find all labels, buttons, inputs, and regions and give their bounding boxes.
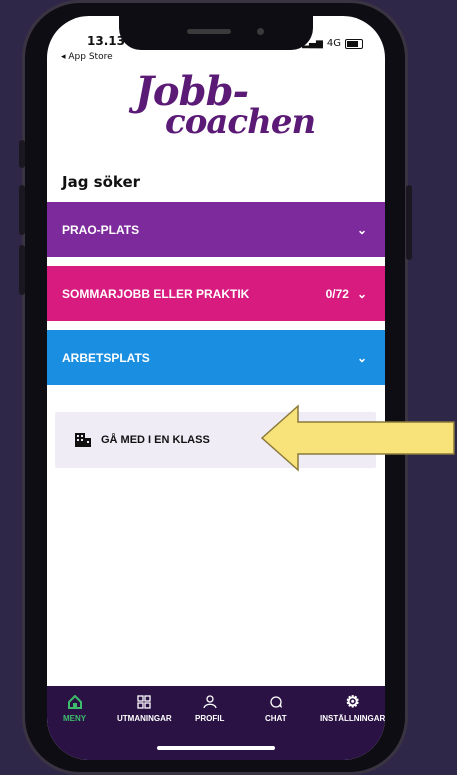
home-indicator (157, 746, 275, 750)
phone-side-button (19, 140, 25, 168)
accordion-label: ARBETSPLATS (62, 350, 150, 365)
section-title: Jag söker (62, 173, 141, 191)
tab-utmaningar[interactable]: UTMANINGAR (117, 694, 172, 723)
accordion-count: 0/72 (325, 286, 349, 301)
network-label: 4G (326, 38, 341, 49)
phone-side-button (406, 185, 412, 260)
back-to-app-store-link[interactable]: ◂ App Store (61, 52, 113, 62)
tab-profil[interactable]: PROFIL (195, 694, 224, 723)
tab-installningar[interactable]: ⚙ INSTÄLLNINGAR (320, 694, 385, 723)
accordion-label: PRAO-PLATS (62, 222, 140, 237)
chat-icon (269, 694, 283, 710)
accordion-prao-plats[interactable]: PRAO-PLATS ⌄ (47, 202, 385, 257)
phone-screen: 13.13 ◂ App Store ▂▄▆ 4G Jobb- coachen J… (47, 16, 385, 760)
status-indicators: ▂▄▆ 4G (302, 38, 363, 49)
bottom-tab-bar: MENY UTMANINGAR PROFIL CHAT ⚙ INSTÄLLNIN… (47, 686, 385, 760)
tab-label: PROFIL (195, 714, 225, 723)
notch (119, 16, 313, 50)
accordion-sommarjobb[interactable]: SOMMARJOBB ELLER PRAKTIK 0/72 ⌄ (47, 266, 385, 321)
chevron-down-icon: ⌄ (356, 350, 367, 365)
tab-label: INSTÄLLNINGAR (320, 714, 385, 723)
building-icon (75, 433, 91, 447)
tab-label: MENY (63, 714, 87, 723)
chevron-down-icon: ⌄ (356, 286, 367, 301)
phone-side-button (19, 245, 25, 295)
speaker-grille (187, 29, 231, 34)
chevron-down-icon: ⌄ (356, 222, 367, 237)
tab-meny[interactable]: MENY (63, 694, 86, 723)
join-class-label: GÅ MED I EN KLASS (101, 434, 210, 446)
phone-side-button (19, 185, 25, 235)
gear-icon: ⚙ (345, 694, 360, 711)
callout-arrow-icon (260, 404, 455, 472)
camera-icon (257, 28, 264, 35)
battery-icon (345, 38, 363, 49)
jobbcoachen-logo: Jobb- coachen (127, 68, 316, 158)
logo-line-2: coachen (165, 102, 316, 142)
accordion-label: SOMMARJOBB ELLER PRAKTIK (62, 286, 250, 301)
home-icon (67, 694, 82, 710)
status-time: 13.13 (87, 34, 125, 48)
tab-label: UTMANINGAR (117, 714, 172, 723)
tab-label: CHAT (265, 714, 287, 723)
person-icon (203, 694, 217, 710)
accordion-arbetsplats[interactable]: ARBETSPLATS ⌄ (47, 330, 385, 385)
tab-chat[interactable]: CHAT (265, 694, 287, 723)
grid-icon (137, 694, 151, 710)
